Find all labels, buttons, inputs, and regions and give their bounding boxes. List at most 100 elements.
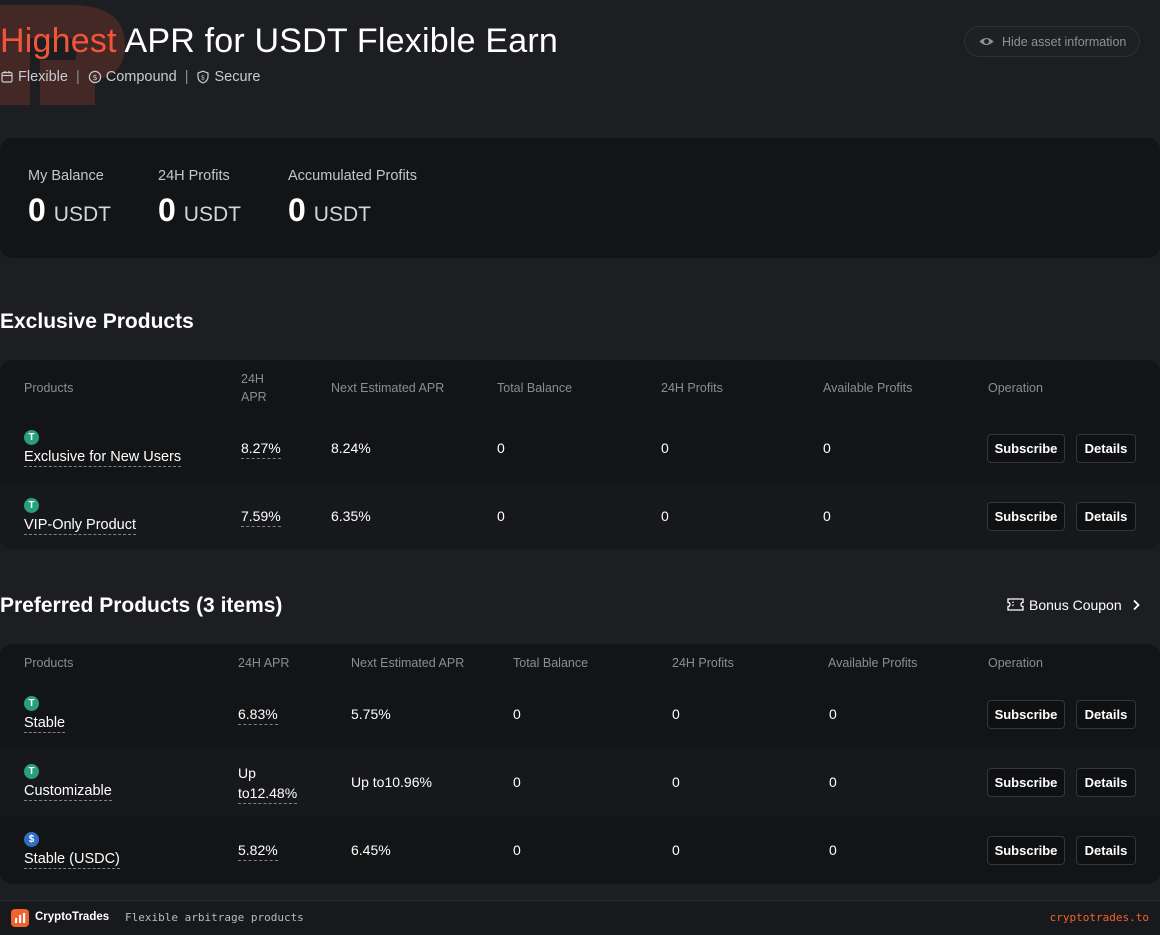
total-balance-value: 0 bbox=[513, 706, 521, 722]
profits-24h-value: 0 bbox=[672, 842, 680, 858]
header-total-balance: Total Balance bbox=[497, 381, 573, 395]
details-button[interactable]: Details bbox=[1076, 434, 1136, 463]
header-24h-apr: 24H APR bbox=[238, 656, 290, 670]
apr-cell: Up to12.48% bbox=[238, 763, 298, 804]
bonus-coupon-link[interactable]: Bonus Coupon bbox=[1006, 595, 1142, 614]
header-products: Products bbox=[24, 656, 74, 670]
next-apr-value: 6.45% bbox=[351, 842, 391, 858]
tag-compound: $ Compound bbox=[88, 69, 177, 85]
header-operation: Operation bbox=[988, 656, 1043, 670]
header-24h-profits: 24H Profits bbox=[672, 656, 734, 670]
subscribe-button[interactable]: Subscribe bbox=[987, 768, 1065, 797]
total-balance-value: 0 bbox=[497, 440, 505, 456]
usdt-coin-icon: T bbox=[24, 696, 39, 711]
preferred-products-title: Preferred Products (3 items) bbox=[0, 594, 283, 617]
apr-value[interactable]: 6.83% bbox=[238, 705, 278, 725]
preferred-products-table: Products 24H APR Next Estimated APR Tota… bbox=[0, 644, 1160, 884]
header-available-profits: Available Profits bbox=[823, 381, 913, 395]
bonus-coupon-label: Bonus Coupon bbox=[1029, 596, 1122, 613]
available-profits-value: 0 bbox=[829, 842, 837, 858]
stat-unit: USDT bbox=[53, 203, 111, 226]
header-products: Products bbox=[24, 381, 74, 395]
exclusive-products-table: Products 24H APR Next Estimated APR Tota… bbox=[0, 360, 1160, 550]
usdt-coin-icon: T bbox=[24, 498, 39, 513]
table-row: T Stable 6.83% 5.75% 0 0 0 Subscribe Det… bbox=[0, 680, 1160, 748]
apr-value[interactable]: 5.82% bbox=[238, 841, 278, 861]
eye-icon bbox=[979, 37, 994, 46]
header-operation: Operation bbox=[988, 381, 1043, 395]
profits-24h-value: 0 bbox=[661, 508, 669, 524]
footer-tagline: Flexible arbitrage products bbox=[125, 911, 304, 924]
header-24h-profits: 24H Profits bbox=[661, 381, 723, 395]
product-name[interactable]: Stable (USDC) bbox=[24, 851, 120, 869]
product-cell: T Customizable bbox=[24, 764, 112, 801]
subscribe-button[interactable]: Subscribe bbox=[987, 502, 1065, 531]
product-name[interactable]: VIP-Only Product bbox=[24, 517, 137, 535]
hide-asset-info-button[interactable]: Hide asset information bbox=[964, 26, 1140, 57]
header-next-apr: Next Estimated APR bbox=[331, 381, 445, 395]
title-rest: APR for USDT Flexible Earn bbox=[116, 22, 558, 60]
available-profits-value: 0 bbox=[823, 440, 831, 456]
svg-text:$: $ bbox=[201, 74, 205, 82]
subscribe-button[interactable]: Subscribe bbox=[987, 700, 1065, 729]
stat-label: My Balance bbox=[28, 168, 104, 184]
usdt-coin-icon: T bbox=[24, 764, 39, 779]
tag-flexible: Flexible bbox=[0, 69, 68, 85]
stat-label: 24H Profits bbox=[158, 168, 230, 184]
table-row: T VIP-Only Product 7.59% 6.35% 0 0 0 Sub… bbox=[0, 484, 1160, 550]
next-apr-value: 8.24% bbox=[331, 440, 371, 456]
usdc-coin-icon: $ bbox=[24, 832, 39, 847]
profits-24h-value: 0 bbox=[672, 774, 680, 790]
apr-value[interactable]: 7.59% bbox=[241, 507, 281, 527]
exclusive-products-title: Exclusive Products bbox=[0, 310, 194, 333]
subscribe-button[interactable]: Subscribe bbox=[987, 434, 1065, 463]
product-cell: T Stable bbox=[24, 696, 66, 733]
stat-label: Accumulated Profits bbox=[288, 168, 417, 184]
stat-unit: USDT bbox=[313, 203, 371, 226]
tag-compound-label: Compound bbox=[105, 69, 177, 85]
header-total-balance: Total Balance bbox=[513, 656, 589, 670]
details-button[interactable]: Details bbox=[1076, 700, 1136, 729]
apr-value[interactable]: 8.27% bbox=[241, 439, 281, 459]
product-name[interactable]: Stable bbox=[24, 715, 66, 733]
footer-site-link[interactable]: cryptotrades.to bbox=[1050, 911, 1149, 924]
product-name[interactable]: Customizable bbox=[24, 783, 112, 801]
table-row: T Exclusive for New Users 8.27% 8.24% 0 … bbox=[0, 416, 1160, 484]
available-profits-value: 0 bbox=[823, 508, 831, 524]
stat-value: 0 bbox=[158, 192, 176, 228]
chevron-right-icon bbox=[1133, 599, 1140, 610]
table-header: Products 24H APR Next Estimated APR Tota… bbox=[0, 360, 1160, 416]
available-profits-value: 0 bbox=[829, 706, 837, 722]
details-button[interactable]: Details bbox=[1076, 836, 1136, 865]
header-24h-apr-line1: 24H bbox=[241, 372, 264, 386]
table-row: T Customizable Up to12.48% Up to10.96% 0… bbox=[0, 748, 1160, 816]
footer-bar: CryptoTrades Flexible arbitrage products… bbox=[0, 900, 1160, 935]
details-button[interactable]: Details bbox=[1076, 768, 1136, 797]
details-button[interactable]: Details bbox=[1076, 502, 1136, 531]
balance-card: My Balance 0 USDT 24H Profits 0 USDT Accum… bbox=[0, 138, 1160, 258]
page: Highest APR for USDT Flexible Earn Flexi… bbox=[0, 0, 1160, 935]
product-name[interactable]: Exclusive for New Users bbox=[24, 449, 182, 467]
tag-divider: | bbox=[184, 69, 189, 85]
ticket-icon bbox=[1007, 598, 1024, 611]
svg-text:$: $ bbox=[92, 73, 97, 82]
total-balance-value: 0 bbox=[513, 842, 521, 858]
stat-value: 0 bbox=[288, 192, 306, 228]
footer-brand[interactable]: CryptoTrades bbox=[35, 911, 109, 923]
header-24h-apr-line2: APR bbox=[241, 390, 267, 404]
next-apr-value: 6.35% bbox=[331, 508, 371, 524]
product-cell: T VIP-Only Product bbox=[24, 498, 137, 535]
profits-24h-value: 0 bbox=[672, 706, 680, 722]
next-apr-value: 5.75% bbox=[351, 706, 391, 722]
tag-secure: $ Secure bbox=[196, 69, 260, 85]
tag-secure-label: Secure bbox=[214, 69, 261, 85]
header-available-profits: Available Profits bbox=[828, 656, 918, 670]
header-next-apr: Next Estimated APR bbox=[351, 656, 465, 670]
table-header: Products 24H APR Next Estimated APR Tota… bbox=[0, 644, 1160, 680]
table-row: $ Stable (USDC) 5.82% 6.45% 0 0 0 Subscr… bbox=[0, 816, 1160, 884]
stat-value: 0 bbox=[28, 192, 46, 228]
subscribe-button[interactable]: Subscribe bbox=[987, 836, 1065, 865]
apr-value-line1: Up bbox=[238, 765, 256, 781]
stat-my-balance: My Balance 0 USDT bbox=[28, 168, 111, 229]
apr-value[interactable]: to12.48% bbox=[238, 784, 298, 804]
